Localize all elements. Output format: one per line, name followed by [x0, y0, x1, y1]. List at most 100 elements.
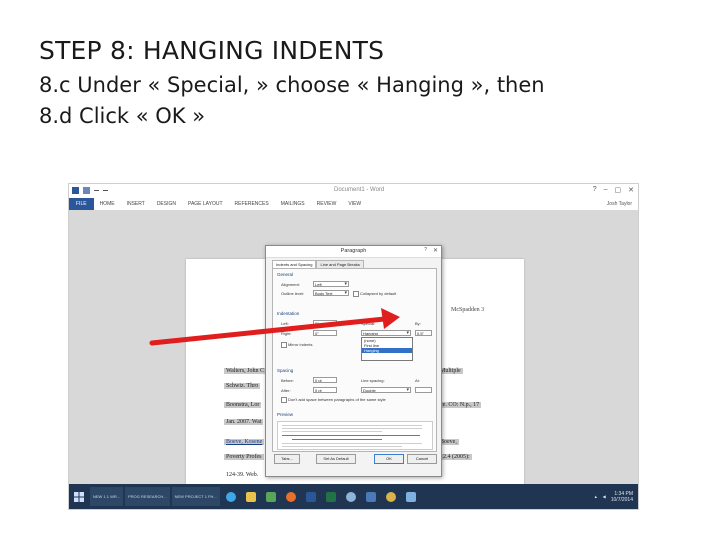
- settings-icon[interactable]: [343, 487, 359, 506]
- mirror-indents-checkbox[interactable]: [281, 342, 287, 348]
- instruction-line-1: 8.c Under « Special, » choose « Hanging …: [39, 73, 545, 97]
- tab-review[interactable]: REVIEW: [311, 201, 343, 207]
- ok-button[interactable]: OK: [374, 454, 404, 464]
- calculator-icon[interactable]: [263, 487, 279, 506]
- document-workspace: McSpadden 3 Walters, John C Schwiz. Thro…: [69, 211, 638, 499]
- citation-line: Boeve, Kosene: [224, 439, 265, 445]
- alignment-label: Alignment:: [281, 282, 300, 287]
- preview-line: [282, 435, 420, 436]
- excel-icon[interactable]: [323, 487, 339, 506]
- dialog-help-icon[interactable]: ?: [424, 247, 427, 253]
- taskbar-clock[interactable]: 1:34 PM 10/7/2014: [611, 491, 633, 503]
- system-tray: ▲ ◀ 1:34 PM 10/7/2014: [594, 491, 638, 503]
- collapsed-label: Collapsed by default: [360, 291, 397, 296]
- spacing-before-label: Before:: [281, 378, 294, 383]
- word-screenshot: Document1 - Word ? – ▢ ✕ FILE HOME INSER…: [68, 183, 639, 510]
- outline-level-label: Outline level:: [281, 291, 305, 296]
- tab-line-and-page-breaks[interactable]: Line and Page Breaks: [316, 260, 364, 268]
- window-titlebar: Document1 - Word ? – ▢ ✕: [69, 184, 638, 198]
- preview-line: [282, 425, 422, 426]
- user-name[interactable]: Josh Taylor: [607, 201, 638, 207]
- preview-line: [282, 446, 402, 447]
- internet-explorer-icon[interactable]: [223, 487, 239, 506]
- by-label: By:: [415, 321, 421, 326]
- word-icon[interactable]: [303, 487, 319, 506]
- cancel-button[interactable]: Cancel: [407, 454, 437, 464]
- restore-icon[interactable]: ▢: [615, 186, 622, 194]
- volume-icon[interactable]: ◀: [603, 494, 606, 499]
- collapsed-checkbox[interactable]: [353, 291, 359, 297]
- mirror-indents-label: Mirror indents: [288, 342, 313, 347]
- special-select[interactable]: Hanging: [361, 330, 411, 336]
- by-input[interactable]: 0.5": [415, 330, 432, 336]
- special-option-hanging[interactable]: Hanging: [362, 348, 412, 353]
- alignment-select[interactable]: Left: [313, 281, 349, 287]
- undo-icon[interactable]: [94, 187, 99, 191]
- start-button[interactable]: [69, 484, 89, 509]
- save-icon[interactable]: [83, 187, 90, 194]
- tab-references[interactable]: REFERENCES: [229, 201, 275, 207]
- windows-logo-icon: [74, 491, 84, 502]
- media-player-icon[interactable]: [363, 487, 379, 506]
- taskbar-time: 1:34 PM: [614, 490, 633, 497]
- spacing-before-input[interactable]: 0 pt: [313, 377, 337, 383]
- indentation-heading: Indentation: [277, 311, 300, 316]
- word-logo-icon: [72, 187, 79, 194]
- dialog-title: Paragraph: [266, 246, 441, 258]
- tab-home[interactable]: HOME: [94, 201, 121, 207]
- line-spacing-select[interactable]: Double: [361, 387, 411, 393]
- redo-icon[interactable]: [103, 187, 108, 191]
- tab-view[interactable]: VIEW: [342, 201, 367, 207]
- dialog-close-icon[interactable]: ✕: [433, 247, 438, 254]
- firefox-icon[interactable]: [283, 487, 299, 506]
- slide-title: STEP 8: HANGING INDENTS: [39, 36, 385, 65]
- indent-right-label: Right:: [281, 331, 292, 336]
- tab-design[interactable]: DESIGN: [151, 201, 182, 207]
- close-icon[interactable]: ✕: [628, 186, 634, 194]
- preview-line: [292, 439, 382, 440]
- citation-line: Boonstra, Lor: [224, 402, 262, 408]
- tab-page-layout[interactable]: PAGE LAYOUT: [182, 201, 229, 207]
- tab-insert[interactable]: INSERT: [121, 201, 151, 207]
- taskbar-item[interactable]: PROG RESEARCH...: [125, 487, 170, 506]
- tabs-button[interactable]: Tabs...: [274, 454, 300, 464]
- citation-line: 124-39. Web.: [226, 472, 259, 478]
- preview-line: [282, 428, 422, 429]
- paragraph-dialog: Paragraph ? ✕ Indents and Spacing Line a…: [265, 245, 442, 477]
- set-as-default-button[interactable]: Set As Default: [316, 454, 356, 464]
- minimize-icon[interactable]: –: [604, 186, 608, 194]
- taskbar-item[interactable]: NEW 1.1 WR...: [90, 487, 124, 506]
- citation-line: Walters, John C: [224, 368, 267, 374]
- line-spacing-label: Line spacing:: [361, 378, 385, 383]
- preview-line: [282, 443, 422, 444]
- at-input[interactable]: [415, 387, 432, 393]
- spacing-after-input[interactable]: 0 pt: [313, 387, 337, 393]
- citation-line: Poverty Profes: [224, 454, 264, 460]
- preview-box: [277, 421, 433, 450]
- general-heading: General: [277, 272, 294, 277]
- tab-file[interactable]: FILE: [69, 198, 94, 210]
- indent-left-input[interactable]: 0": [313, 320, 337, 326]
- dont-add-space-label: Don't add space between paragraphs of th…: [288, 397, 386, 402]
- chrome-icon[interactable]: [383, 487, 399, 506]
- file-explorer-icon[interactable]: [243, 487, 259, 506]
- citation-line: Schwiz. Thro: [224, 383, 261, 389]
- citation-fragment: 12.4 (2005):: [438, 454, 472, 460]
- tab-indents-and-spacing[interactable]: Indents and Spacing: [272, 260, 317, 268]
- help-icon[interactable]: ?: [593, 186, 597, 194]
- tab-mailings[interactable]: MAILINGS: [275, 201, 311, 207]
- indent-left-label: Left:: [281, 321, 289, 326]
- app-icon[interactable]: [403, 487, 419, 506]
- outline-level-select[interactable]: Body Text: [313, 290, 349, 296]
- dont-add-space-checkbox[interactable]: [281, 397, 287, 403]
- taskbar-item[interactable]: NEW PROJECT 1 FH...: [171, 487, 220, 506]
- quick-access-toolbar: [72, 187, 108, 194]
- network-icon[interactable]: ▲: [594, 494, 598, 499]
- window-controls: ? – ▢ ✕: [593, 186, 634, 194]
- special-label: Special:: [361, 321, 376, 326]
- indent-right-input[interactable]: 0": [313, 330, 337, 336]
- preview-line: [282, 431, 382, 432]
- citation-fragment: ce. CO: N.p., 17: [438, 402, 482, 408]
- at-label: At:: [415, 378, 420, 383]
- preview-heading: Preview: [277, 412, 294, 417]
